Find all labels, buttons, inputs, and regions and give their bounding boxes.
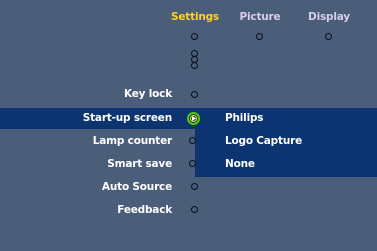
- tab-display[interactable]: Display: [301, 10, 357, 24]
- tab-settings-dot-icon: [191, 33, 198, 40]
- circle-bullet-icon: [191, 206, 198, 213]
- menu-item-smart-save[interactable]: Smart save: [107, 157, 172, 171]
- menu-item-auto-source[interactable]: Auto Source: [102, 180, 172, 194]
- menu-item-key-lock[interactable]: Key lock: [124, 87, 172, 101]
- menu-item-lamp-counter[interactable]: Lamp counter: [93, 134, 172, 148]
- menu-item-feedback[interactable]: Feedback: [117, 203, 172, 217]
- tab-settings[interactable]: Settings: [167, 10, 223, 24]
- circle-bullet-icon: [189, 137, 196, 144]
- circle-bullet-icon: [191, 183, 198, 190]
- tab-picture[interactable]: Picture: [232, 10, 288, 24]
- menu-item-start-up-screen[interactable]: Start-up screen: [83, 111, 172, 125]
- projector-osd-screen: Settings Picture Display Key lock Start-…: [0, 0, 377, 251]
- circle-bullet-icon: [191, 91, 198, 98]
- submenu-item-none[interactable]: None: [225, 157, 255, 171]
- tab-display-dot-icon: [325, 33, 332, 40]
- submenu-item-logo-capture[interactable]: Logo Capture: [225, 134, 302, 148]
- green-ring-arrow-icon: [187, 112, 200, 125]
- tab-picture-dot-icon: [256, 33, 263, 40]
- submenu-item-philips[interactable]: Philips: [225, 111, 264, 125]
- circle-bullet-icon: [189, 160, 196, 167]
